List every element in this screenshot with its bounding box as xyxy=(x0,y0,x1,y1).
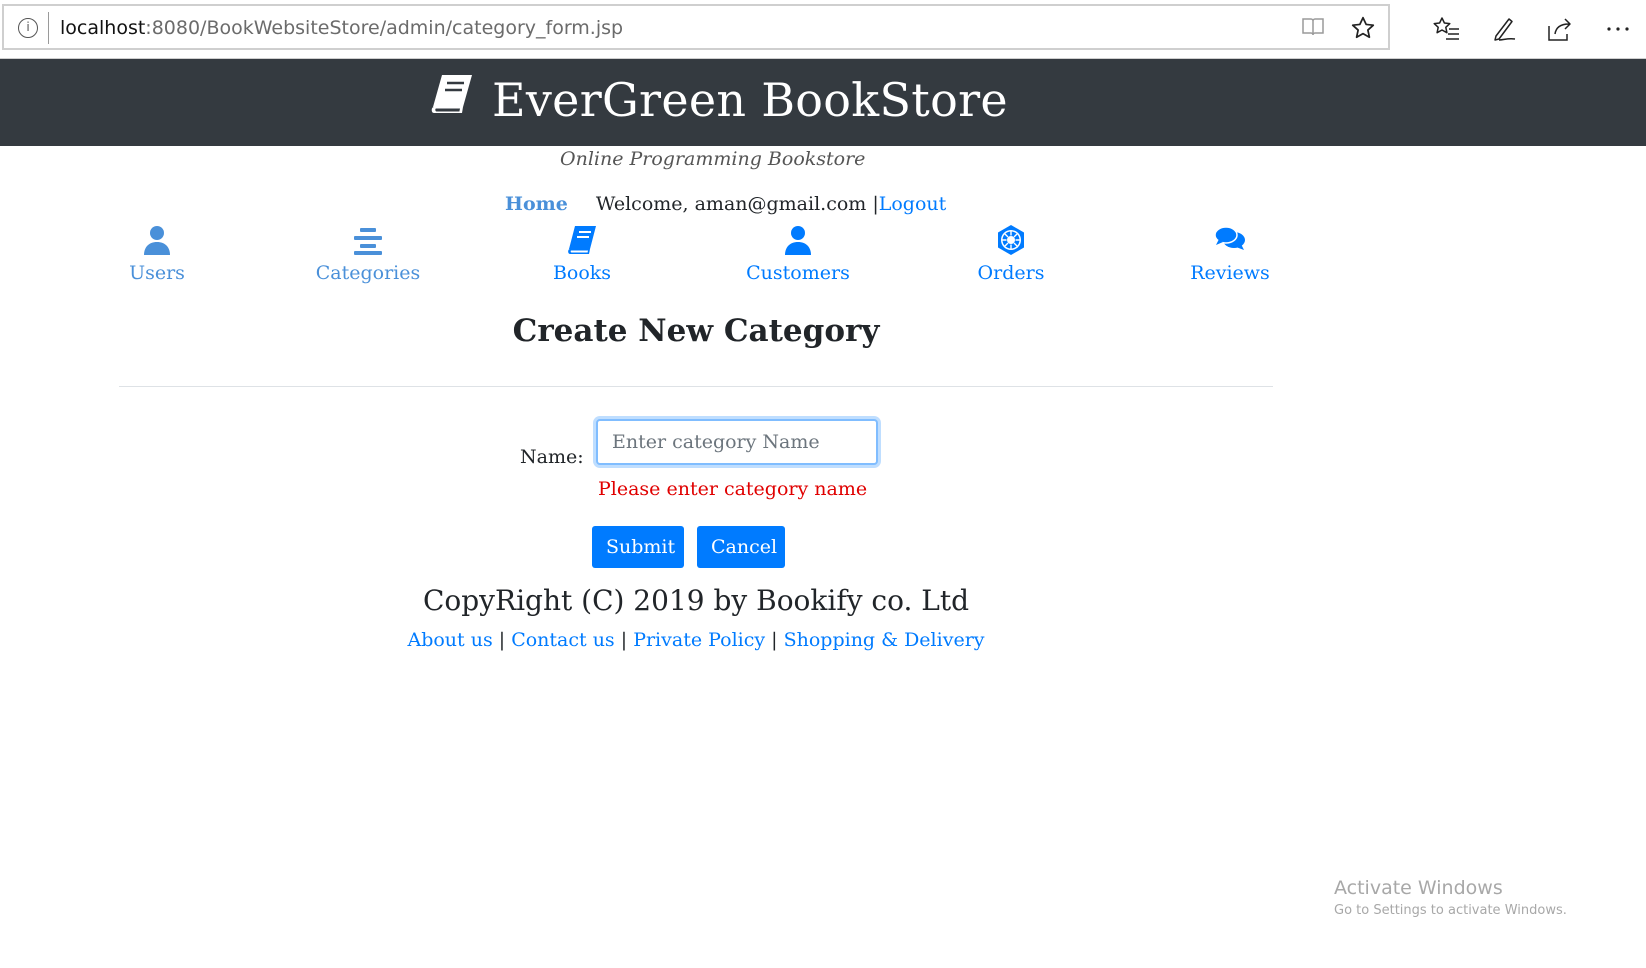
watermark-subtitle: Go to Settings to activate Windows. xyxy=(1334,903,1567,918)
nav-label-reviews: Reviews xyxy=(1190,262,1270,284)
footer-links: About us | Contact us | Private Policy |… xyxy=(0,629,1392,651)
user-icon xyxy=(144,226,170,255)
site-tagline: Online Programming Bookstore xyxy=(560,148,866,170)
nav-item-categories[interactable]: Categories xyxy=(293,224,443,284)
nav-item-users[interactable]: Users xyxy=(82,224,232,284)
url-host: localhost xyxy=(60,17,146,39)
watermark-title: Activate Windows xyxy=(1334,877,1503,899)
nav-label-categories: Categories xyxy=(315,262,421,284)
site-header: EverGreen BookStore xyxy=(0,59,1646,146)
divider xyxy=(119,386,1273,387)
welcome-text: Welcome, aman@gmail.com | xyxy=(595,193,879,215)
favorites-list-icon[interactable] xyxy=(1431,14,1461,44)
book-icon xyxy=(430,72,476,116)
book-icon xyxy=(568,226,596,254)
site-brand[interactable]: EverGreen BookStore xyxy=(492,73,1008,127)
submit-button[interactable]: Submit xyxy=(592,526,684,568)
info-icon[interactable]: i xyxy=(18,18,38,38)
share-icon[interactable] xyxy=(1545,14,1575,44)
favorite-star-icon[interactable] xyxy=(1350,15,1376,41)
list-icon xyxy=(354,228,382,255)
browser-toolbar: i localhost:8080/BookWebsiteStore/admin/… xyxy=(0,0,1646,59)
user-bar: Home Welcome, aman@gmail.com |Logout xyxy=(505,193,946,215)
activate-windows-watermark: Activate Windows Go to Settings to activ… xyxy=(1334,877,1567,918)
nav-label-orders: Orders xyxy=(977,262,1045,284)
contact-us-link[interactable]: Contact us xyxy=(511,629,614,651)
home-link[interactable]: Home xyxy=(505,193,568,215)
copyright-text: CopyRight (C) 2019 by Bookify co. Ltd xyxy=(422,584,970,617)
footer-separator: | xyxy=(498,629,506,651)
url-path: :8080/BookWebsiteStore/admin/category_fo… xyxy=(145,17,624,39)
address-bar[interactable]: i localhost:8080/BookWebsiteStore/admin/… xyxy=(2,4,1390,50)
pen-notes-icon[interactable] xyxy=(1488,14,1518,44)
reading-view-icon[interactable] xyxy=(1302,17,1324,37)
cancel-button[interactable]: Cancel xyxy=(697,526,785,568)
address-separator xyxy=(48,12,49,44)
private-policy-link[interactable]: Private Policy xyxy=(633,629,765,651)
url-text[interactable]: localhost:8080/BookWebsiteStore/admin/ca… xyxy=(60,17,623,39)
about-us-link[interactable]: About us xyxy=(407,629,492,651)
page-title: Create New Category xyxy=(512,313,880,349)
nav-item-books[interactable]: Books xyxy=(507,224,657,284)
logout-link[interactable]: Logout xyxy=(879,193,947,215)
nav-label-customers: Customers xyxy=(746,262,850,284)
orders-icon xyxy=(998,225,1024,255)
nav-item-customers[interactable]: Customers xyxy=(723,224,873,284)
nav-item-reviews[interactable]: Reviews xyxy=(1155,224,1305,284)
category-name-input[interactable] xyxy=(596,419,878,465)
shopping-delivery-link[interactable]: Shopping & Delivery xyxy=(784,629,985,651)
more-icon[interactable] xyxy=(1603,14,1633,44)
footer-separator: | xyxy=(771,629,778,651)
name-label: Name: xyxy=(520,446,584,468)
comments-icon xyxy=(1214,226,1245,250)
footer-separator: | xyxy=(620,629,628,651)
name-error-message: Please enter category name xyxy=(598,478,868,500)
nav-label-books: Books xyxy=(552,262,612,284)
nav-label-users: Users xyxy=(129,262,185,284)
nav-item-orders[interactable]: Orders xyxy=(936,224,1086,284)
customer-icon xyxy=(785,226,811,255)
